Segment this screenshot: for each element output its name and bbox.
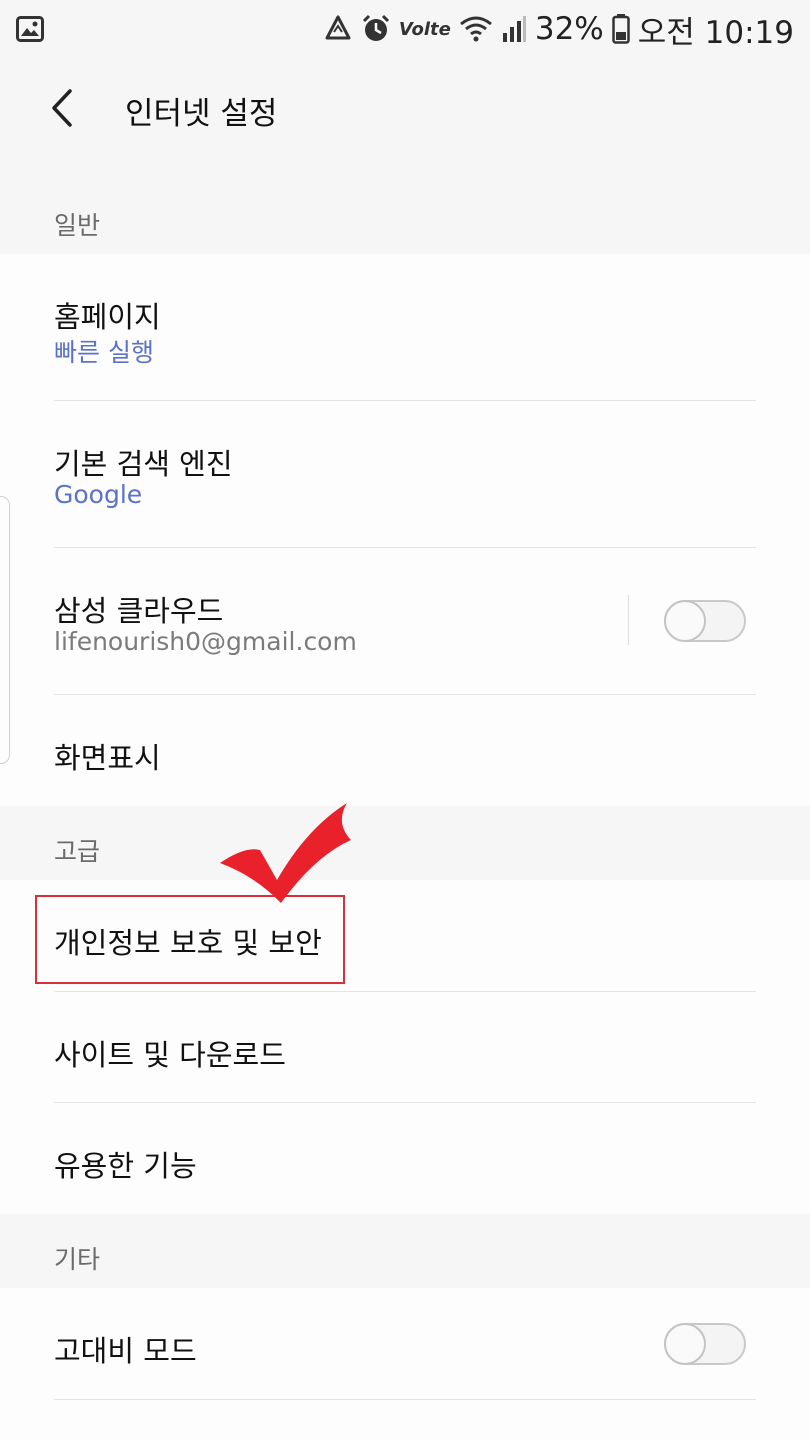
toggle-knob <box>664 1323 706 1365</box>
chevron-left-icon <box>48 88 76 132</box>
page-title: 인터넷 설정 <box>125 96 278 132</box>
section-header-other: 기타 <box>0 1214 810 1288</box>
edge-panel-handle[interactable] <box>0 496 10 764</box>
section-title-general: 일반 <box>54 211 101 240</box>
homepage-title: 홈페이지 <box>54 300 161 334</box>
high-contrast-toggle[interactable] <box>664 1323 746 1365</box>
divider <box>54 1399 756 1400</box>
gallery-icon <box>16 16 44 42</box>
useful-features-setting[interactable]: 유용한 기능 <box>0 1103 810 1214</box>
volte-icon: Volte <box>398 18 451 40</box>
useful-features-title: 유용한 기능 <box>54 1149 197 1183</box>
samsung-cloud-setting[interactable]: 삼성 클라우드 lifenourish0@gmail.com <box>0 548 810 694</box>
toggle-knob <box>664 600 706 642</box>
general-settings-card: 홈페이지 빠른 실행 기본 검색 엔진 Google 삼성 클라우드 lifen… <box>0 254 810 806</box>
samsung-cloud-toggle[interactable] <box>664 600 746 642</box>
back-button[interactable] <box>32 80 92 140</box>
recycle-icon <box>323 14 353 44</box>
high-contrast-mode-setting[interactable]: 고대비 모드 <box>0 1288 810 1399</box>
battery-icon <box>612 14 630 44</box>
battery-percent: 32% <box>534 11 604 47</box>
vertical-separator <box>628 595 629 645</box>
sites-downloads-setting[interactable]: 사이트 및 다운로드 <box>0 992 810 1102</box>
samsung-cloud-account: lifenourish0@gmail.com <box>54 627 357 656</box>
search-engine-title: 기본 검색 엔진 <box>54 447 233 481</box>
samsung-cloud-title: 삼성 클라우드 <box>54 594 224 628</box>
alarm-icon <box>361 14 391 44</box>
search-engine-value: Google <box>54 480 143 509</box>
section-title-other: 기타 <box>54 1245 101 1274</box>
wifi-icon <box>459 15 493 43</box>
section-header-general: 일반 <box>0 180 810 254</box>
homepage-value: 빠른 실행 <box>54 338 154 367</box>
section-title-advanced: 고급 <box>54 837 101 866</box>
checkmark-icon <box>215 798 355 912</box>
default-search-engine-setting[interactable]: 기본 검색 엔진 Google <box>0 401 810 547</box>
status-bar: Volte 32% 오전 10:19 <box>0 0 810 58</box>
display-title: 화면표시 <box>54 741 161 775</box>
app-bar: 인터넷 설정 <box>0 58 810 160</box>
homepage-setting[interactable]: 홈페이지 빠른 실행 <box>0 254 810 400</box>
display-setting[interactable]: 화면표시 <box>0 695 810 806</box>
signal-icon <box>501 15 527 43</box>
section-header-advanced: 고급 <box>0 806 810 880</box>
clock: 오전 10:19 <box>637 14 794 51</box>
sites-downloads-title: 사이트 및 다운로드 <box>54 1038 286 1072</box>
high-contrast-title: 고대비 모드 <box>54 1334 197 1368</box>
other-settings-card: 고대비 모드 <box>0 1288 810 1440</box>
